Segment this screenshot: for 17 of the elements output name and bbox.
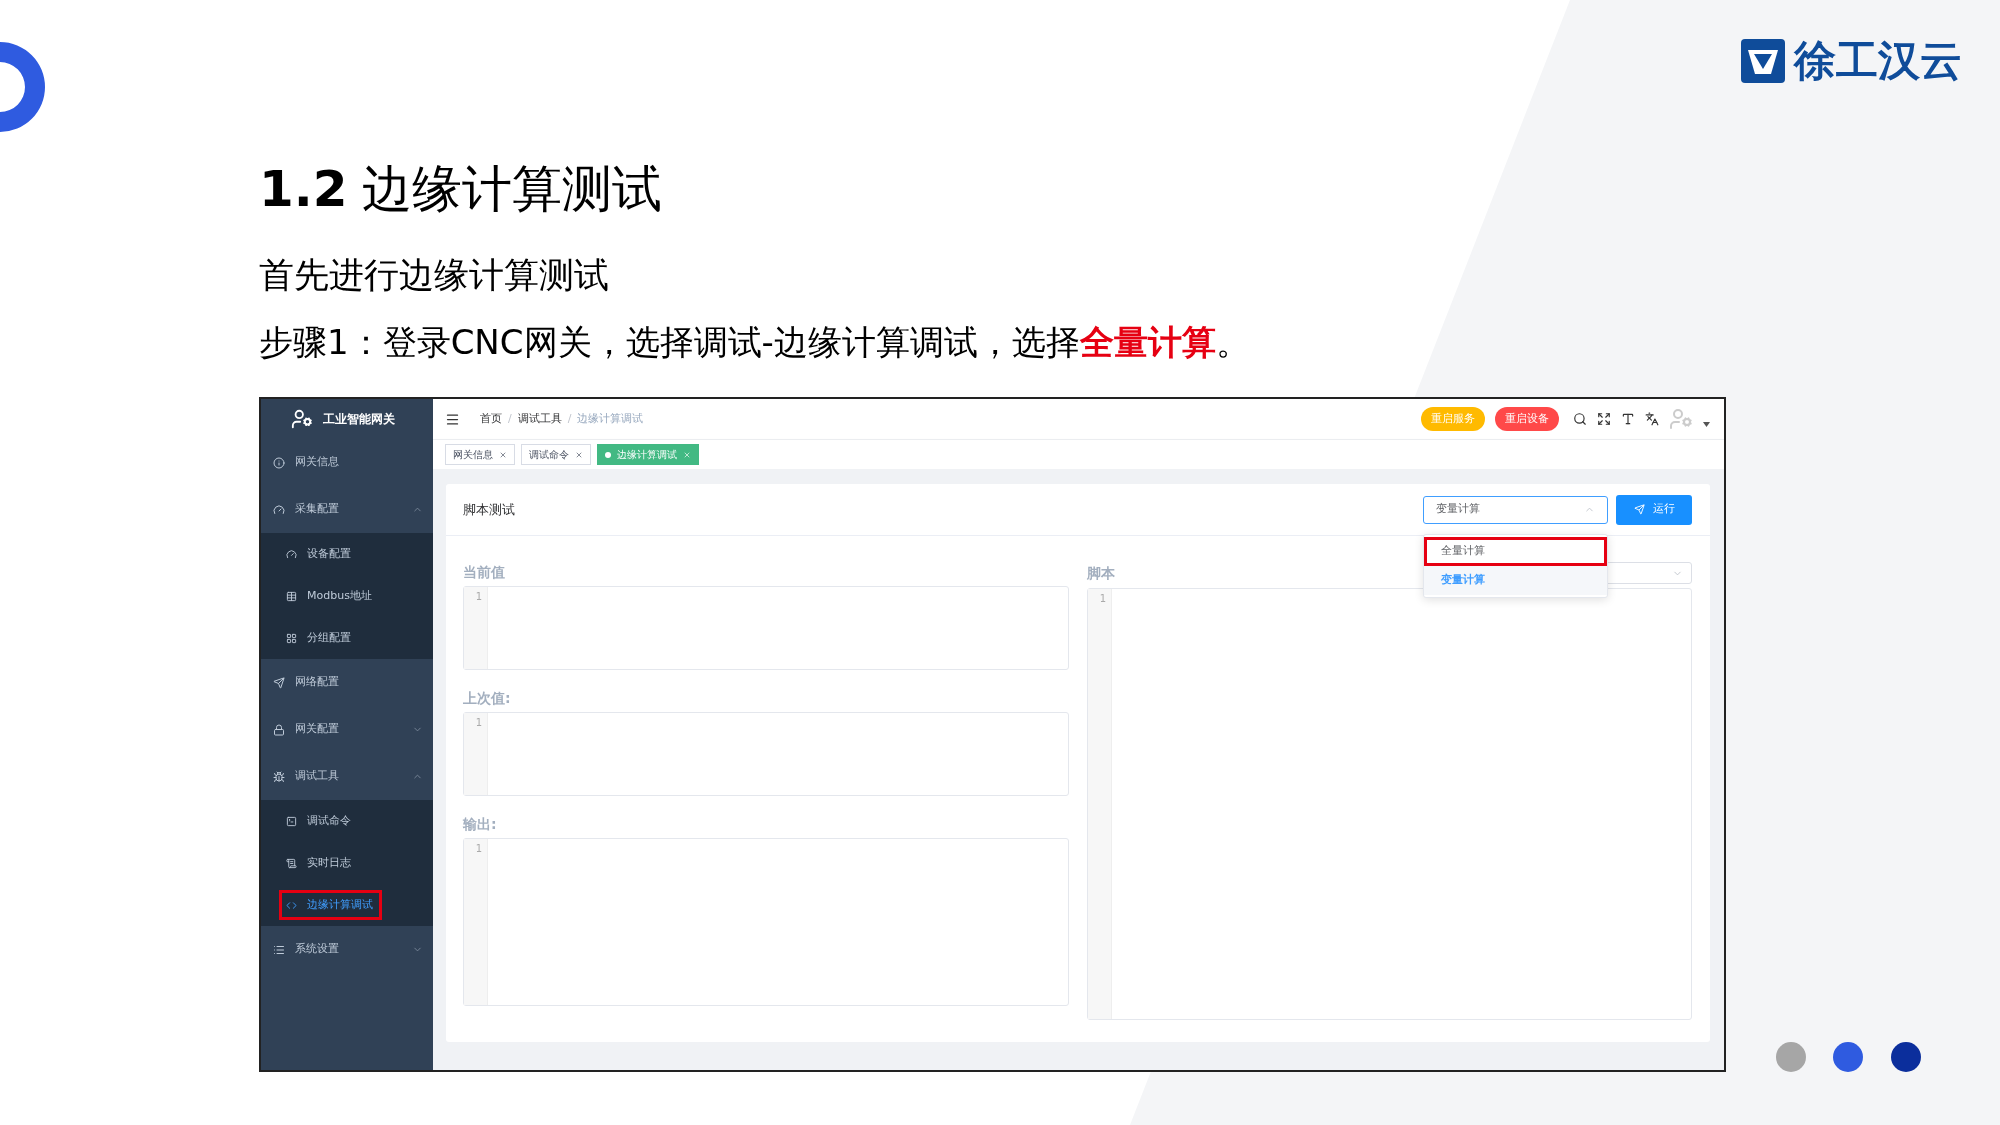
section-number: 1.2 (259, 164, 348, 214)
line-number: 1 (475, 717, 482, 729)
breadcrumb-separator: / (508, 410, 512, 427)
panel-label: 输出: (463, 815, 498, 834)
slide-title: 边缘计算测试 (361, 164, 662, 214)
slide-subtitle: 首先进行边缘计算测试 (259, 254, 609, 297)
line-number: 1 (475, 591, 482, 603)
step-instruction: 步骤1：登录CNC网关，选择调试-边缘计算调试，选择全量计算。 (259, 321, 1250, 364)
logo-text: 徐工汉云 (1794, 40, 1962, 82)
line-number: 1 (475, 843, 482, 855)
panel-label: 当前值 (463, 563, 506, 582)
breadcrumb-separator: / (567, 410, 572, 427)
panel-label: 上次值: (463, 689, 512, 708)
card-title: 脚本测试 (463, 500, 515, 519)
panel-label: 脚本 (1087, 564, 1116, 583)
brand-name: 工业智能网关 (323, 411, 395, 428)
line-number: 1 (1099, 593, 1106, 605)
